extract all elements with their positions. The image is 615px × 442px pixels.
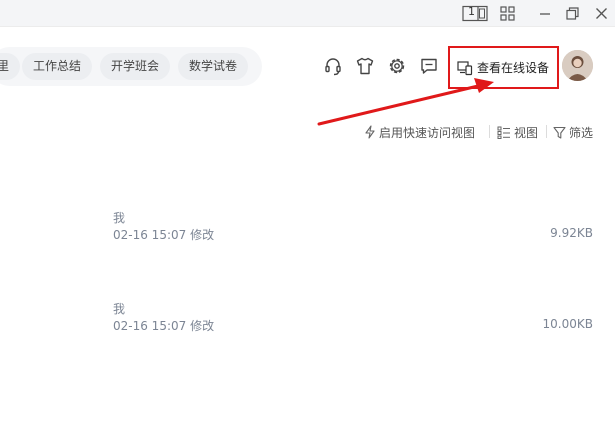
- file-size: 9.92KB: [550, 226, 593, 240]
- devices-icon: [457, 60, 473, 75]
- view-online-devices-button[interactable]: 查看在线设备: [448, 46, 559, 89]
- quick-access-view-button[interactable]: 启用快速访问视图: [364, 123, 475, 141]
- view-mode-label: 视图: [514, 125, 539, 140]
- tag-item[interactable]: 数学试卷: [178, 53, 249, 80]
- lightning-icon: [365, 125, 375, 139]
- minimize-icon[interactable]: [538, 4, 552, 23]
- gear-icon[interactable]: [386, 55, 408, 77]
- file-modified-time: 02-16 15:07 修改: [113, 319, 215, 333]
- avatar[interactable]: [562, 50, 593, 81]
- grid-apps-icon[interactable]: [499, 4, 516, 23]
- file-owner: 我: [113, 302, 126, 316]
- funnel-icon: [553, 126, 566, 139]
- toolbar-divider: [546, 125, 547, 138]
- toolbar-divider: [489, 125, 490, 138]
- message-icon[interactable]: [418, 55, 440, 77]
- layout-toggle-icon[interactable]: 1: [462, 4, 488, 23]
- filter-label: 筛选: [569, 125, 594, 140]
- title-bar: 1: [0, 0, 615, 27]
- headset-icon[interactable]: [322, 55, 344, 77]
- file-size: 10.00KB: [542, 317, 593, 331]
- tshirt-icon[interactable]: [354, 55, 376, 77]
- file-modified-time: 02-16 15:07 修改: [113, 228, 215, 242]
- view-mode-button[interactable]: 视图: [497, 123, 538, 141]
- file-owner: 我: [113, 211, 126, 225]
- tag-item[interactable]: 开学班会: [100, 53, 171, 80]
- close-icon[interactable]: [594, 4, 608, 23]
- filter-button[interactable]: 筛选: [553, 123, 593, 141]
- tag-item[interactable]: 工作总结: [22, 53, 93, 80]
- restore-icon[interactable]: [565, 4, 579, 23]
- list-view-icon: [497, 126, 510, 139]
- quick-access-view-label: 启用快速访问视图: [379, 125, 476, 140]
- layout-badge-text: 1: [468, 5, 475, 18]
- view-online-devices-label: 查看在线设备: [477, 61, 550, 75]
